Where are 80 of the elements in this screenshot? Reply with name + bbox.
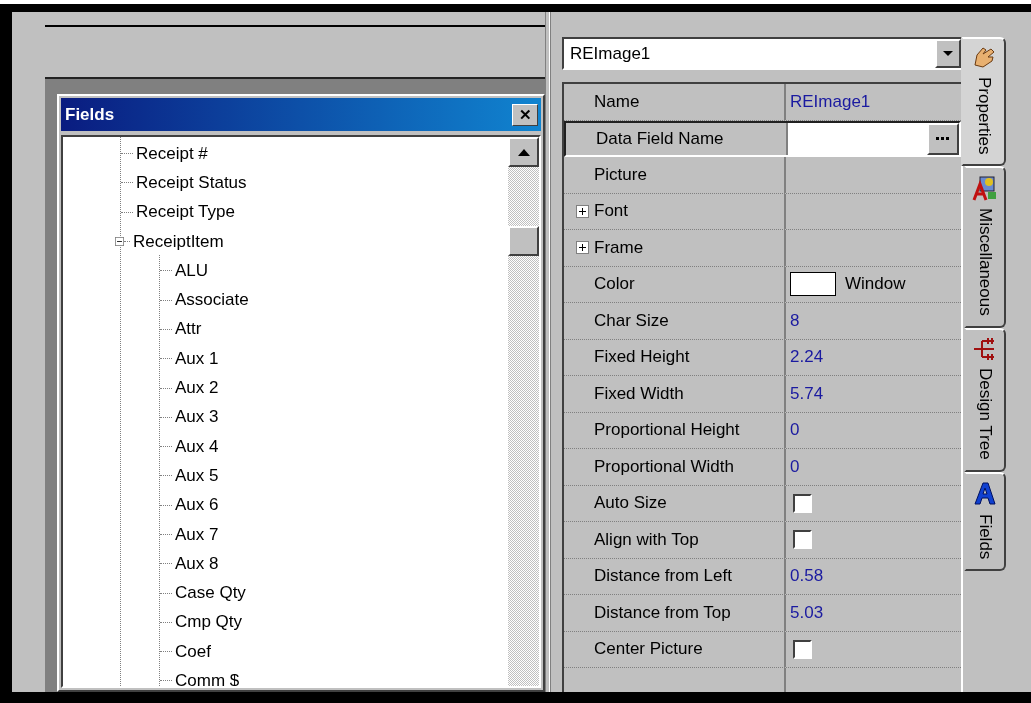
tree-item[interactable]: Coef	[172, 641, 211, 662]
property-row[interactable]: Data Field Name	[564, 120, 961, 157]
tree-item[interactable]: ReceiptItem	[130, 231, 224, 252]
property-row[interactable]: Char Size 8	[564, 303, 961, 340]
tree-item[interactable]: Aux 6	[172, 495, 219, 516]
expand-icon[interactable]	[576, 241, 589, 255]
property-input[interactable]	[788, 122, 959, 155]
property-name: Proportional Width	[594, 456, 734, 477]
property-name: Distance from Top	[594, 602, 731, 623]
checkbox[interactable]	[793, 493, 812, 513]
checkbox[interactable]	[793, 639, 812, 659]
property-name: Font	[594, 201, 629, 222]
property-row[interactable]: Frame	[564, 230, 961, 267]
property-row[interactable]: Center Picture	[564, 631, 961, 668]
property-name: Frame	[594, 237, 644, 258]
property-value: 5.03	[790, 602, 824, 623]
ellipsis-button[interactable]	[927, 122, 959, 155]
side-tab[interactable]: Miscellaneous	[964, 166, 1006, 329]
property-value: 8	[790, 310, 800, 331]
checkbox[interactable]	[793, 530, 812, 550]
scroll-thumb[interactable]	[508, 226, 539, 256]
window-title: Fields	[65, 104, 115, 125]
collapse-icon[interactable]	[115, 237, 124, 247]
property-name: Picture	[594, 164, 647, 185]
scrollbar[interactable]	[508, 137, 539, 686]
tree-item[interactable]: Aux 3	[172, 407, 219, 428]
tree-item[interactable]: Aux 5	[172, 465, 219, 486]
side-tab[interactable]: Fields	[964, 471, 1006, 572]
property-name: Fixed Height	[594, 347, 690, 368]
property-value: 5.74	[790, 383, 824, 404]
tree-item[interactable]: Case Qty	[172, 583, 246, 604]
property-name: Char Size	[594, 310, 669, 331]
property-name: Proportional Height	[594, 420, 740, 441]
property-row[interactable]: Align with Top	[564, 522, 961, 559]
tree-item[interactable]: Aux 2	[172, 378, 219, 398]
property-name: Auto Size	[594, 493, 667, 514]
property-value: 2.24	[790, 347, 824, 368]
tree-item[interactable]: Cmp Qty	[172, 612, 243, 633]
side-tab[interactable]: Design Tree	[964, 328, 1006, 472]
property-row[interactable]: Proportional Height 0	[564, 412, 961, 449]
expand-icon[interactable]	[576, 204, 589, 218]
property-value: 0.58	[790, 566, 824, 587]
tree-item[interactable]: Receipt #	[133, 143, 208, 164]
property-value: Window	[845, 274, 906, 295]
property-row[interactable]: Distance from Top 5.03	[564, 595, 961, 632]
tree-item[interactable]: Receipt Type	[133, 202, 235, 223]
property-row[interactable]: Auto Size	[564, 485, 961, 522]
tree-item[interactable]: Associate	[172, 290, 249, 311]
property-row[interactable]: Font	[564, 193, 961, 230]
scroll-up-button[interactable]	[508, 137, 539, 167]
tree-item[interactable]: Aux 7	[172, 524, 219, 545]
tree-item[interactable]: Aux 4	[172, 436, 219, 457]
object-dropdown[interactable]: REImage1	[562, 37, 963, 70]
property-value: 0	[790, 456, 800, 477]
property-value: 0	[790, 420, 800, 441]
property-value: REImage1	[790, 91, 871, 112]
tree-item[interactable]: ALU	[172, 260, 209, 281]
property-row[interactable]: Fixed Height 2.24	[564, 339, 961, 376]
property-name: Name	[594, 91, 640, 112]
letters-icon	[972, 174, 998, 203]
up-arrow-icon	[517, 148, 530, 156]
property-row[interactable]: Color Window	[564, 266, 961, 303]
property-row[interactable]: Fixed Width 5.74	[564, 376, 961, 413]
letter-a-icon	[972, 479, 998, 508]
property-name: Align with Top	[594, 529, 699, 550]
tree-item[interactable]: Receipt Status	[133, 172, 247, 193]
property-row[interactable]: Picture	[564, 157, 961, 194]
ellipsis-icon	[936, 136, 950, 141]
tree-item[interactable]: Attr	[172, 319, 202, 340]
property-row[interactable]: Proportional Width 0	[564, 449, 961, 486]
property-name: Fixed Width	[594, 383, 684, 404]
property-name: Center Picture	[594, 639, 703, 660]
property-row[interactable]: Distance from Left 0.58	[564, 558, 961, 595]
property-name: Color	[594, 274, 635, 295]
tree-item[interactable]: Aux 8	[172, 553, 219, 574]
tree-item[interactable]: Aux 1	[172, 348, 219, 369]
close-button[interactable]: ✕	[512, 103, 538, 126]
side-tab[interactable]: Properties	[961, 37, 1006, 167]
property-name: Distance from Left	[594, 566, 732, 587]
property-name: Data Field Name	[596, 128, 724, 149]
